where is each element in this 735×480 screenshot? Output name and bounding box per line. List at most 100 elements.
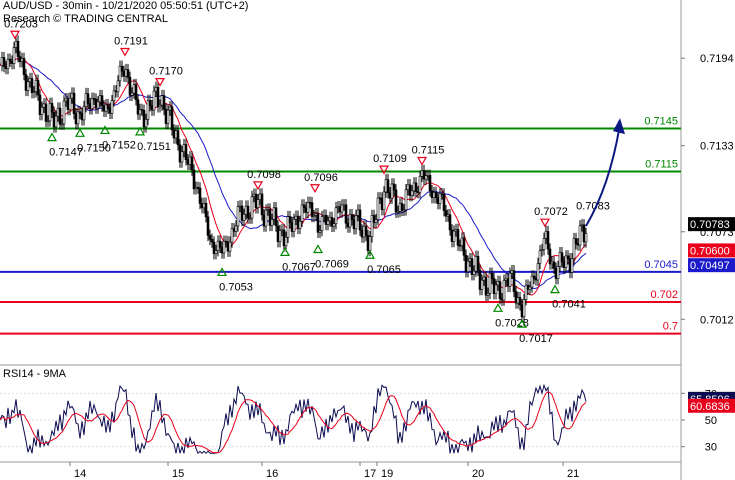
candle-body bbox=[522, 299, 526, 318]
candle-body bbox=[566, 255, 570, 260]
ma-tag-1-label: 0.70497 bbox=[690, 260, 730, 272]
candle-body bbox=[532, 275, 536, 279]
candle-body bbox=[198, 187, 202, 204]
candle-body bbox=[186, 159, 190, 165]
last-price-tag-label: 0.70783 bbox=[690, 219, 730, 231]
candle-body bbox=[166, 109, 170, 124]
candle-body bbox=[26, 81, 30, 91]
candle-body bbox=[236, 206, 240, 227]
candle-body bbox=[194, 187, 198, 190]
candle-body bbox=[350, 214, 354, 221]
candle-body bbox=[560, 252, 564, 263]
candle-body bbox=[40, 106, 44, 115]
candle-body bbox=[22, 58, 26, 75]
candle-body bbox=[292, 219, 296, 232]
candle-body bbox=[462, 237, 466, 256]
candle-body bbox=[208, 235, 212, 240]
candle-body bbox=[66, 98, 70, 110]
time-tick-label-3: 17 bbox=[364, 468, 376, 480]
swing-high-label-8: 0.7098 bbox=[247, 169, 281, 181]
candle-body bbox=[274, 207, 278, 227]
candle-body bbox=[122, 71, 126, 77]
swing-high-label-17: 0.7072 bbox=[534, 206, 568, 218]
candle-body bbox=[136, 99, 140, 115]
candle-body bbox=[400, 203, 404, 211]
candle-body bbox=[202, 202, 206, 209]
candle-body bbox=[232, 228, 236, 232]
candle-body bbox=[126, 69, 130, 78]
candle-body bbox=[252, 193, 256, 197]
candle-body bbox=[158, 104, 162, 108]
candle-body bbox=[376, 197, 380, 220]
candle-body bbox=[100, 95, 104, 107]
candle-body bbox=[104, 104, 108, 112]
candle-body bbox=[170, 106, 174, 131]
candle-body bbox=[392, 183, 396, 191]
candle-body bbox=[212, 241, 216, 254]
candle-body bbox=[244, 205, 248, 215]
candle-body bbox=[196, 187, 200, 189]
candle-body bbox=[30, 78, 34, 93]
candle-body bbox=[428, 175, 432, 192]
candle-body bbox=[176, 130, 180, 146]
candle-body bbox=[50, 103, 54, 113]
candle-body bbox=[86, 93, 90, 104]
rsi-tick-label-2: 30 bbox=[705, 442, 717, 454]
candle-body bbox=[134, 84, 138, 101]
rsi-ma-value-tag-label: 60.6836 bbox=[690, 401, 730, 413]
candle-body bbox=[284, 236, 288, 247]
candle-body bbox=[414, 182, 418, 192]
candle-body bbox=[306, 202, 310, 213]
candle-body bbox=[228, 241, 232, 252]
candle-body bbox=[142, 110, 146, 128]
candle-body bbox=[302, 204, 306, 208]
candle-body bbox=[364, 225, 368, 236]
chart-title: AUD/USD - 30min - 10/21/2020 05:50:51 (U… bbox=[3, 0, 249, 12]
candle-body bbox=[44, 103, 48, 122]
price-tick-label-3: 0.7012 bbox=[700, 314, 734, 326]
level-label-0: 0.7145 bbox=[644, 115, 678, 127]
candle-body bbox=[260, 193, 264, 216]
swing-high-label-4: 0.7191 bbox=[114, 35, 148, 47]
candle-body bbox=[146, 100, 150, 120]
candle-body bbox=[248, 217, 252, 220]
candle-body bbox=[472, 270, 476, 275]
candle-body bbox=[150, 105, 154, 111]
chart-source: Research © TRADING CENTRAL bbox=[3, 13, 168, 25]
candle-body bbox=[200, 203, 204, 209]
candle-body bbox=[78, 111, 82, 114]
candle-body bbox=[82, 106, 86, 121]
candle-body bbox=[256, 199, 260, 209]
candle-body bbox=[494, 284, 498, 294]
candle-body bbox=[128, 77, 132, 96]
candle-body bbox=[574, 238, 578, 245]
candle-body bbox=[502, 280, 506, 301]
candle-body bbox=[546, 231, 550, 250]
candle-body bbox=[98, 95, 102, 103]
candle-body bbox=[250, 196, 254, 219]
rsi-title: RSI14 - 9MA bbox=[3, 368, 66, 380]
candle-body bbox=[298, 221, 302, 229]
candle-body bbox=[6, 58, 10, 69]
swing-low-label-12: 0.7065 bbox=[367, 264, 401, 276]
swing-high-label-10: 0.7096 bbox=[304, 172, 338, 184]
candle-body bbox=[108, 108, 112, 114]
candle-body bbox=[106, 104, 110, 109]
chart-window: 0.7145 0.7115 0.7045 0.702 0.7 0.7203 0.7147 0… bbox=[0, 0, 735, 480]
candle-body bbox=[570, 258, 574, 273]
swing-low-label-3: 0.7152 bbox=[102, 139, 136, 151]
level-label-2: 0.7045 bbox=[644, 259, 678, 271]
candle-body bbox=[498, 281, 502, 299]
swing-low-label-18: 0.7041 bbox=[552, 299, 586, 311]
candle-body bbox=[180, 151, 184, 163]
candle-body bbox=[310, 202, 314, 217]
candle-body bbox=[120, 65, 124, 72]
swing-high-label-6: 0.7170 bbox=[149, 66, 183, 78]
candle-body bbox=[222, 240, 226, 254]
time-tick-label-4: 19 bbox=[381, 468, 393, 480]
candle-body bbox=[156, 87, 160, 108]
candle-body bbox=[354, 215, 358, 230]
candle-body bbox=[140, 109, 144, 111]
candle-body bbox=[160, 95, 164, 106]
candle-body bbox=[316, 213, 320, 233]
